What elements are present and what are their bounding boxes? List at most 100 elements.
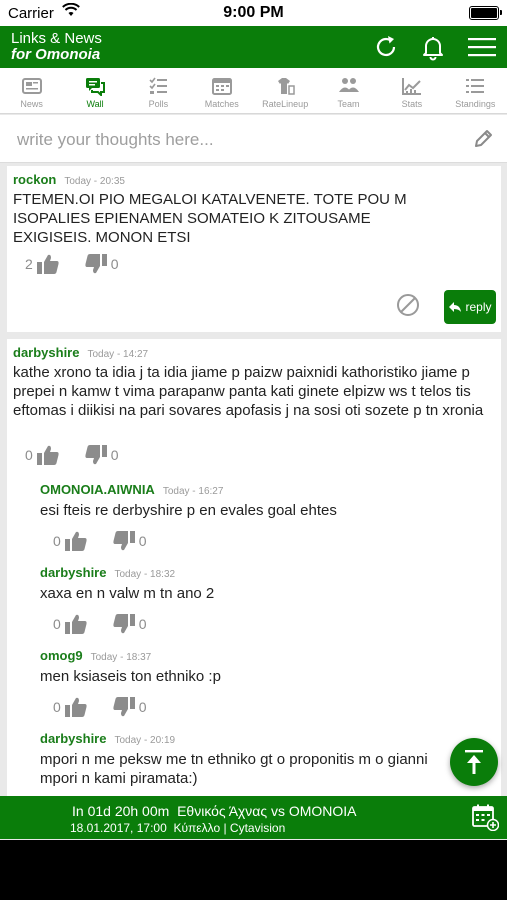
vote-bar: 0 0: [51, 695, 149, 719]
tab-wall[interactable]: Wall: [63, 68, 126, 113]
reply-header: OMONOIA.AIWNIA Today - 16:27: [40, 481, 223, 499]
thumbs-down-icon[interactable]: [83, 443, 109, 467]
dislike-count: 0: [138, 699, 147, 715]
like-count: 0: [53, 533, 61, 549]
app-header: Links & News for Omonoia: [0, 26, 507, 75]
tab-label: RateLineup: [262, 99, 309, 109]
tab-label: Wall: [86, 99, 104, 109]
app-title-line1: Links & News: [11, 30, 102, 47]
vote-bar: 0 0: [51, 529, 149, 553]
thumbs-down-icon[interactable]: [111, 695, 137, 719]
compose-placeholder: write your thoughts here...: [17, 130, 214, 149]
reply-text: xaxa en n valw m tn ano 2: [40, 585, 215, 602]
app-title-line2: for Omonoia: [11, 46, 101, 63]
dislike-count: 0: [110, 447, 119, 463]
tab-label: Standings: [455, 99, 496, 109]
post-author[interactable]: darbyshire: [13, 345, 79, 360]
reply-header: darbyshire Today - 18:32: [40, 564, 175, 582]
post-card: rockon Today - 20:35 FTEMEN.OI PIO MEGALO…: [7, 166, 501, 332]
tab-matches[interactable]: Matches: [190, 68, 253, 113]
tab-label: Matches: [204, 99, 239, 109]
tab-label: Polls: [148, 99, 169, 109]
post-header: rockon Today - 20:35: [13, 171, 125, 189]
tab-bar: News Wall Polls Matches RateLineup Team …: [0, 68, 507, 114]
reply-text: esi fteis re derbyshire p en evales goal…: [40, 502, 337, 519]
vote-bar: 0 0: [23, 443, 121, 467]
post-author[interactable]: rockon: [13, 172, 56, 187]
reply-author[interactable]: darbyshire: [40, 731, 106, 746]
checklist-icon: [149, 77, 168, 94]
reply-button[interactable]: reply: [444, 290, 496, 324]
post-text: kathe xrono ta idia j ta idia jiame p pa…: [13, 364, 484, 419]
reply-header: omog9 Today - 18:37: [40, 647, 151, 665]
pencil-icon[interactable]: [472, 128, 494, 150]
scroll-to-top-button[interactable]: [450, 738, 498, 786]
thumbs-down-icon[interactable]: [111, 612, 137, 636]
like-count: 2: [25, 256, 33, 272]
vote-bar: 0 0: [51, 612, 149, 636]
like-count: 0: [53, 616, 61, 632]
thumbs-down-icon[interactable]: [83, 252, 109, 276]
tab-label: News: [20, 99, 43, 109]
tab-team[interactable]: Team: [317, 68, 380, 113]
tab-news[interactable]: News: [0, 68, 63, 113]
app-screen: Carrier 9:00 PM Links & News for Omonoia: [0, 0, 507, 840]
reply-header: darbyshire Today - 20:19: [40, 730, 175, 748]
post-timestamp: Today - 14:27: [87, 349, 149, 360]
match-countdown: In 01d 20h 00m: [72, 803, 170, 819]
reply-timestamp: Today - 20:19: [114, 735, 176, 746]
notification-bell-icon[interactable]: [418, 32, 448, 62]
tab-ratelineup[interactable]: RateLineup: [254, 68, 317, 113]
compose-field[interactable]: write your thoughts here...: [0, 115, 507, 163]
reply-arrow-icon: [449, 302, 462, 312]
line-chart-icon: [401, 78, 421, 95]
tab-label: Stats: [401, 99, 423, 109]
reply-timestamp: Today - 18:37: [90, 652, 152, 663]
reply-label: reply: [465, 300, 492, 314]
thumbs-up-icon[interactable]: [63, 695, 89, 719]
vote-bar: 2 0: [23, 252, 121, 276]
next-match-line1: In 01d 20h 00m Εθνικός Άχνας vs OMONOIA: [72, 803, 357, 819]
reply-author[interactable]: darbyshire: [40, 565, 106, 580]
post-header: darbyshire Today - 14:27: [13, 344, 148, 362]
post-text: FTEMEN.OI PIO MEGALOI KATALVENETE. TOTE …: [13, 191, 407, 246]
dislike-count: 0: [110, 256, 119, 272]
dislike-count: 0: [138, 616, 147, 632]
tab-stats[interactable]: Stats: [380, 68, 443, 113]
post-timestamp: Today - 20:35: [64, 176, 125, 187]
team-people-icon: [338, 78, 359, 92]
chat-bubbles-icon: [86, 78, 106, 96]
reply-timestamp: Today - 18:32: [114, 569, 176, 580]
newspaper-icon: [21, 78, 42, 94]
thumbs-up-icon[interactable]: [35, 252, 61, 276]
post-card: darbyshire Today - 14:27 kathe xrono ta i…: [7, 339, 501, 799]
add-to-calendar-icon[interactable]: [471, 803, 499, 831]
thumbs-down-icon[interactable]: [111, 529, 137, 553]
like-count: 0: [25, 447, 33, 463]
status-bar: Carrier 9:00 PM: [0, 0, 507, 26]
dislike-count: 0: [138, 533, 147, 549]
tab-label: Team: [337, 99, 360, 109]
battery-icon: [469, 6, 502, 20]
reply-text: men ksiaseis ton ethniko :p: [40, 668, 221, 685]
next-match-line2: 18.01.2017, 17:00 Κύπελλο | Cytavision: [70, 821, 285, 835]
list-icon: [466, 79, 485, 93]
reply-author[interactable]: omog9: [40, 648, 83, 663]
match-info: Κύπελλο | Cytavision: [173, 821, 286, 835]
jersey-rating-icon: [278, 78, 295, 95]
thumbs-up-icon[interactable]: [35, 443, 61, 467]
like-count: 0: [53, 699, 61, 715]
reply-text: mpori n me peksw me tn ethniko gt o prop…: [40, 751, 428, 787]
calendar-icon: [211, 78, 232, 95]
reply-author[interactable]: OMONOIA.AIWNIA: [40, 482, 155, 497]
refresh-icon[interactable]: [371, 32, 401, 62]
block-icon[interactable]: [396, 293, 420, 317]
match-teams: Εθνικός Άχνας vs OMONOIA: [177, 803, 357, 819]
thumbs-up-icon[interactable]: [63, 612, 89, 636]
tab-standings[interactable]: Standings: [444, 68, 507, 113]
thumbs-up-icon[interactable]: [63, 529, 89, 553]
arrow-to-top-icon: [465, 750, 483, 774]
next-match-bar[interactable]: In 01d 20h 00m Εθνικός Άχνας vs OMONOIA …: [0, 796, 507, 839]
tab-polls[interactable]: Polls: [127, 68, 190, 113]
hamburger-menu-icon[interactable]: [466, 32, 498, 62]
